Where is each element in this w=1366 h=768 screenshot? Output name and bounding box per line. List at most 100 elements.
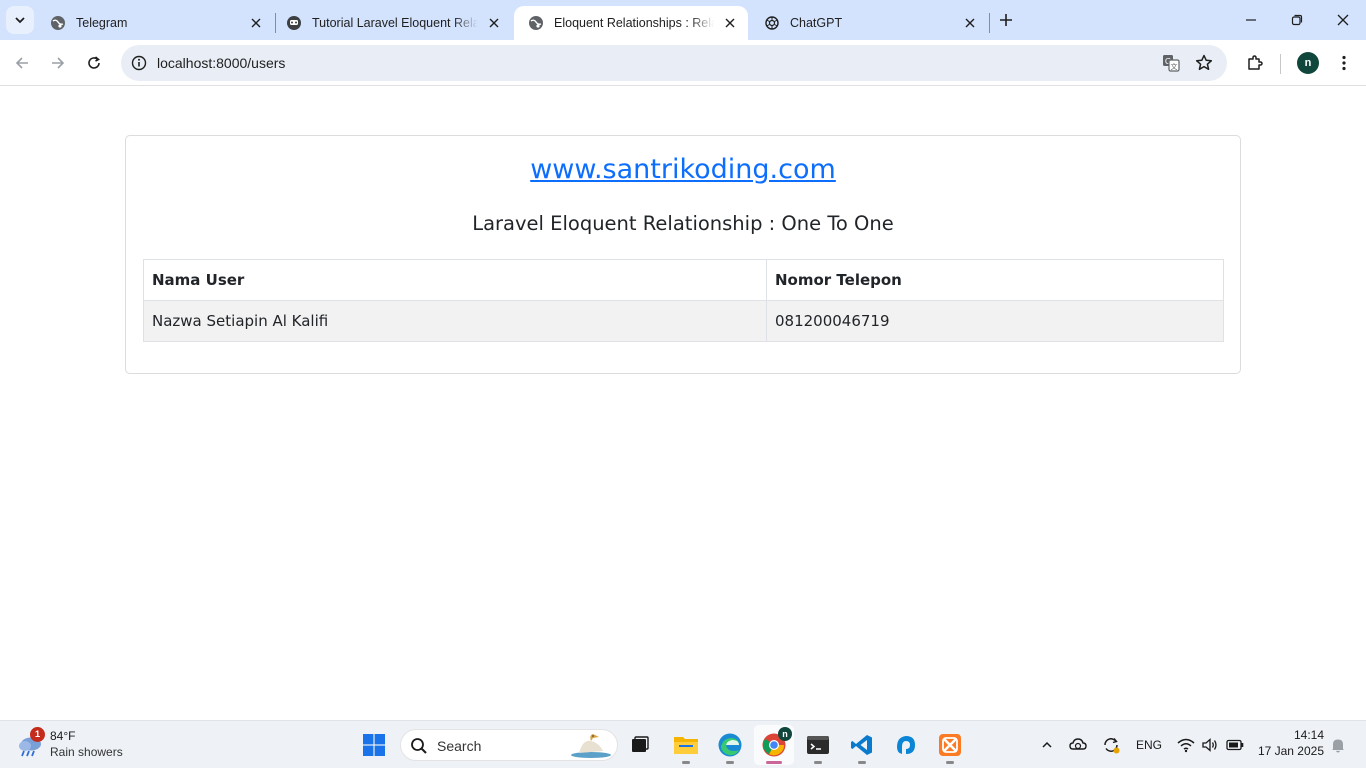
tab-strip: Telegram Tutorial Laravel Eloquent Relat… [0,0,1366,40]
chrome-profile-badge: n [778,727,792,741]
tab-tutorial-laravel[interactable]: Tutorial Laravel Eloquent Relatio [272,6,512,40]
site-link[interactable]: www.santrikoding.com [126,154,1240,185]
task-view-button[interactable] [620,725,660,765]
url-text[interactable]: localhost:8000/users [157,55,285,71]
taskbar: 1 84°F Rain showers Search n ENG 14:14 1… [0,720,1366,768]
site-favicon-icon [287,16,301,30]
search-placeholder: Search [437,738,482,754]
search-icon [411,738,427,754]
task-view-icon [632,736,649,752]
terminal-icon [807,736,829,754]
close-icon[interactable] [486,15,502,31]
folder-icon [674,737,698,754]
taskbar-app-chrome[interactable]: n [754,725,794,765]
notifications-bell-icon[interactable] [1328,733,1348,757]
wifi-icon[interactable] [1175,733,1197,757]
plus-icon [1000,14,1012,26]
tab-title: Tutorial Laravel Eloquent Relatio [312,16,478,30]
arrow-right-icon [52,57,65,69]
restore-button[interactable] [1274,0,1320,40]
app-blue-icon [897,736,915,754]
reload-icon [88,56,100,69]
close-icon[interactable] [248,15,264,31]
xampp-icon [939,734,961,756]
chevron-down-icon [15,17,25,24]
vscode-icon [851,735,872,755]
close-icon [1337,14,1349,26]
address-bar[interactable]: localhost:8000/users G文 [121,45,1227,81]
extensions-button[interactable] [1241,49,1269,77]
profile-avatar[interactable]: n [1297,52,1319,74]
chatgpt-icon [765,16,779,30]
close-window-button[interactable] [1320,0,1366,40]
arrow-left-icon [15,57,28,69]
language-indicator[interactable]: ENG [1132,733,1166,757]
cell-nomor-telepon: 081200046719 [766,300,1224,342]
tab-chatgpt[interactable]: ChatGPT [750,6,988,40]
clock[interactable]: 14:14 17 Jan 2025 [1254,727,1324,759]
taskbar-search[interactable]: Search [400,729,618,761]
column-header-nama-user: Nama User [143,259,767,301]
back-button[interactable] [6,47,38,79]
taskbar-app-edge[interactable] [710,725,750,765]
translate-icon[interactable]: G文 [1159,51,1183,75]
volume-icon[interactable] [1199,733,1221,757]
minimize-button[interactable] [1228,0,1274,40]
reload-button[interactable] [78,47,110,79]
table-row: Nazwa Setiapin Al Kalifi 081200046719 [143,300,1224,342]
notification-badge: 1 [30,727,45,742]
running-indicator [858,761,866,764]
taskbar-app-blue[interactable] [886,725,926,765]
menu-button[interactable] [1330,49,1358,77]
tab-title: Eloquent Relationships : Relasi O [554,16,714,30]
kebab-menu-icon [1342,55,1346,71]
running-indicator [814,761,822,764]
tab-telegram[interactable]: Telegram [36,6,274,40]
search-highlight-image-icon [571,734,611,758]
minimize-icon [1246,19,1256,21]
running-indicator [726,761,734,764]
content-card: www.santrikoding.com Laravel Eloquent Re… [125,135,1241,374]
taskbar-app-terminal[interactable] [798,725,838,765]
svg-text:文: 文 [1171,62,1178,71]
bookmark-star-icon[interactable] [1192,51,1216,75]
chevron-up-icon [1042,741,1052,748]
tab-eloquent-relationships[interactable]: Eloquent Relationships : Relasi O [514,6,748,40]
tab-divider [989,13,990,33]
clock-date: 17 Jan 2025 [1257,744,1324,758]
table-header-row: Nama User Nomor Telepon [143,259,1224,301]
battery-icon[interactable] [1224,733,1246,757]
taskbar-app-file-explorer[interactable] [666,725,706,765]
globe-icon [51,16,65,30]
column-header-nomor-telepon: Nomor Telepon [766,259,1224,301]
users-table: Nama User Nomor Telepon Nazwa Setiapin A… [143,259,1224,342]
page-title: Laravel Eloquent Relationship : One To O… [472,212,894,235]
tab-search-button[interactable] [6,6,34,34]
running-indicator [946,761,954,764]
windows-start-icon [363,734,385,756]
tab-title: Telegram [76,16,128,30]
start-button[interactable] [354,725,394,765]
forward-button[interactable] [42,47,74,79]
weather-temperature: 84°F [50,729,76,743]
weather-widget[interactable]: 1 84°F Rain showers [14,727,154,763]
restore-icon [1291,14,1303,26]
site-info-icon[interactable] [129,53,149,73]
tab-title: ChatGPT [790,16,843,30]
globe-icon [529,16,543,30]
taskbar-app-xampp[interactable] [930,725,970,765]
show-hidden-icons-button[interactable] [1037,733,1057,757]
clock-time: 14:14 [1293,728,1324,742]
cell-nama-user: Nazwa Setiapin Al Kalifi [143,300,767,342]
close-icon[interactable] [962,15,978,31]
running-indicator [682,761,690,764]
new-tab-button[interactable] [994,8,1018,32]
running-indicator [766,761,782,764]
toolbar-divider [1280,54,1281,74]
close-icon[interactable] [722,15,738,31]
taskbar-app-vscode[interactable] [842,725,882,765]
edge-icon [718,733,742,757]
onedrive-sync-icon[interactable] [1067,733,1089,757]
weather-condition: Rain showers [50,745,123,759]
sync-update-icon[interactable] [1100,733,1122,757]
